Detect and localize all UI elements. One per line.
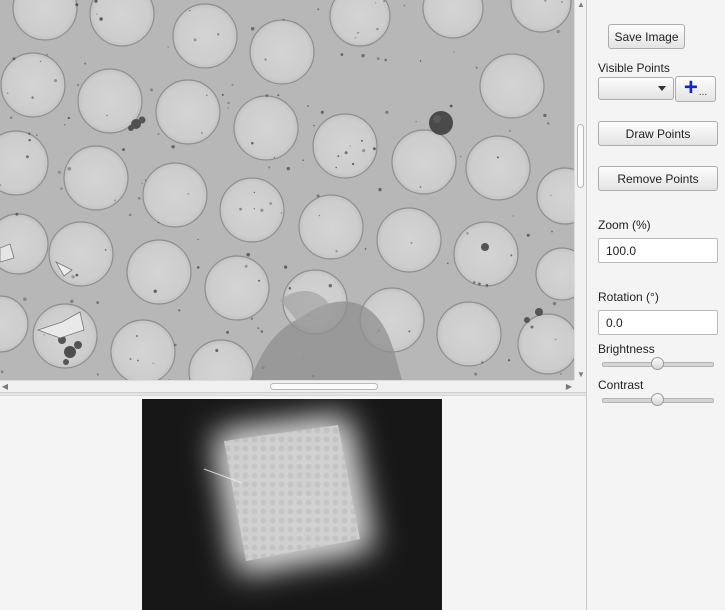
zoom-field[interactable]: 100.0 bbox=[598, 238, 718, 263]
brightness-slider-thumb[interactable] bbox=[651, 357, 664, 370]
plus-icon: + bbox=[683, 74, 698, 101]
image-viewer[interactable]: ▲ ▼ ◀ ▶ bbox=[0, 0, 586, 392]
contrast-label: Contrast bbox=[598, 378, 644, 392]
save-image-button[interactable]: Save Image bbox=[608, 24, 685, 49]
brightness-label: Brightness bbox=[598, 342, 655, 356]
contrast-slider[interactable] bbox=[602, 393, 714, 407]
visible-points-label: Visible Points bbox=[598, 61, 670, 75]
vertical-scroll-thumb[interactable] bbox=[577, 124, 584, 188]
scroll-corner bbox=[574, 380, 586, 392]
chevron-down-icon bbox=[658, 86, 666, 91]
contrast-slider-thumb[interactable] bbox=[651, 393, 664, 406]
remove-points-button[interactable]: Remove Points bbox=[598, 166, 718, 191]
overview-image[interactable] bbox=[142, 399, 442, 610]
horizontal-scroll-thumb[interactable] bbox=[270, 383, 378, 390]
rotation-label: Rotation (°) bbox=[598, 290, 659, 304]
add-points-ellipsis: ... bbox=[698, 86, 708, 98]
brightness-slider[interactable] bbox=[602, 357, 714, 371]
draw-points-button[interactable]: Draw Points bbox=[598, 121, 718, 146]
rotation-field[interactable]: 0.0 bbox=[598, 310, 718, 335]
vertical-scrollbar[interactable]: ▲ ▼ bbox=[574, 0, 586, 380]
overview-pane bbox=[0, 396, 586, 610]
visible-points-dropdown[interactable] bbox=[598, 77, 674, 100]
control-panel: Save Image Visible Points + ... Draw Poi… bbox=[586, 0, 725, 610]
horizontal-scrollbar[interactable]: ◀ ▶ bbox=[0, 380, 574, 392]
add-points-button[interactable]: + ... bbox=[675, 76, 716, 102]
zoom-label: Zoom (%) bbox=[598, 218, 651, 232]
micrograph-image[interactable] bbox=[0, 0, 574, 380]
